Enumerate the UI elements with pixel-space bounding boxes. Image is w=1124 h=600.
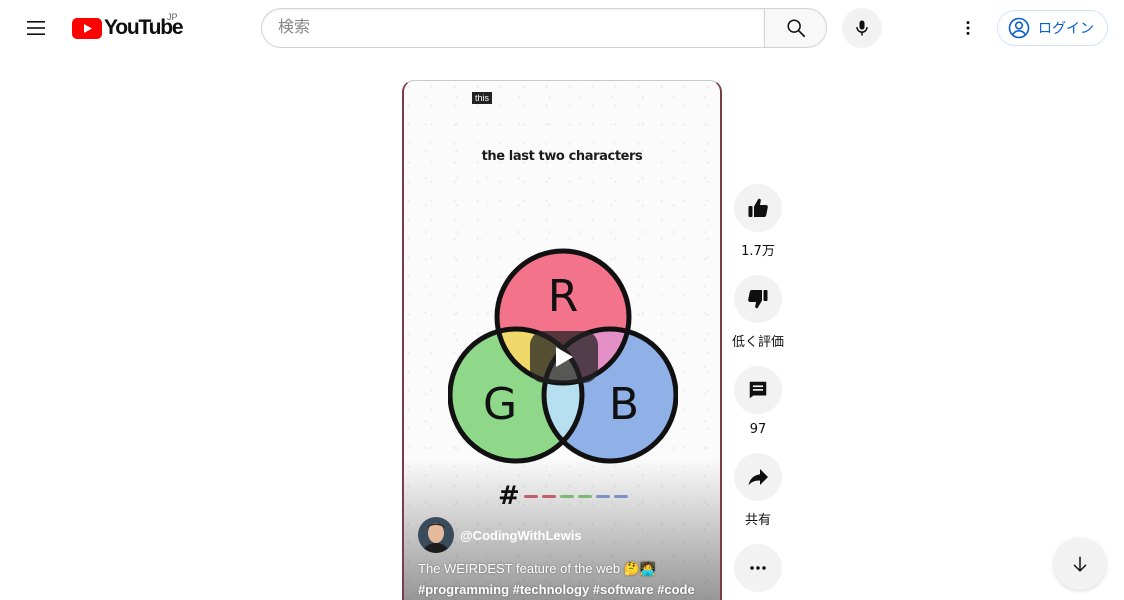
shorts-video-player[interactable]: this the last two characters R G B #	[402, 80, 722, 600]
dislike-label: 低く評価	[731, 335, 784, 350]
venn-letter-b: B	[609, 379, 639, 430]
signin-button[interactable]: ログイン	[997, 10, 1108, 46]
like-button[interactable]	[734, 184, 782, 232]
video-title[interactable]: The WEIRDEST feature of the web 🤔🧑‍💻	[418, 561, 656, 577]
dislike-action: 低く評価	[728, 275, 788, 350]
search-box	[261, 8, 827, 48]
video-overlay-text: the last two characters	[481, 149, 643, 164]
comment-action: 97	[728, 366, 788, 437]
share-icon	[748, 469, 768, 486]
video-hashtags[interactable]: #programming #technology #software #code	[418, 582, 695, 597]
avatar-image	[418, 517, 454, 553]
search-input[interactable]	[261, 8, 764, 48]
masthead: YouTube JP ログイン	[0, 0, 1124, 56]
like-count: 1.7万	[741, 244, 775, 259]
play-button[interactable]	[530, 331, 598, 383]
youtube-logo[interactable]: YouTube	[72, 14, 184, 42]
play-icon	[556, 347, 573, 367]
signin-label: ログイン	[1038, 20, 1094, 36]
microphone-icon	[856, 20, 868, 36]
youtube-play-logo-icon	[72, 17, 102, 39]
venn-letter-r: R	[548, 271, 579, 322]
channel-avatar[interactable]	[418, 517, 454, 553]
hamburger-menu-icon	[27, 21, 45, 35]
next-video-button[interactable]	[1054, 538, 1106, 590]
like-action: 1.7万	[728, 184, 788, 259]
region-code: JP	[167, 12, 178, 22]
voice-search-button[interactable]	[842, 8, 882, 48]
comment-count: 97	[749, 422, 767, 437]
share-label: 共有	[744, 513, 771, 528]
guide-menu-button[interactable]	[16, 8, 56, 48]
search-button[interactable]	[764, 8, 827, 48]
arrow-down-icon	[1073, 556, 1087, 572]
settings-more-button[interactable]	[948, 8, 988, 48]
thumbs-up-icon	[748, 198, 768, 217]
share-action: 共有	[728, 453, 788, 528]
channel-info: @CodingWithLewis	[418, 517, 582, 553]
caption-box: this	[472, 92, 493, 104]
more-actions-button[interactable]	[734, 544, 782, 592]
more-vertical-icon	[966, 21, 970, 35]
shorts-action-bar: 1.7万 低く評価 97 共有	[728, 184, 788, 600]
search-icon	[786, 19, 805, 38]
share-button[interactable]	[734, 453, 782, 501]
more-horizontal-icon	[750, 566, 766, 570]
account-circle-icon	[1008, 17, 1030, 39]
thumbs-down-icon	[748, 290, 768, 309]
venn-letter-g: G	[483, 379, 517, 430]
comment-icon	[749, 381, 767, 399]
dislike-button[interactable]	[734, 275, 782, 323]
channel-name-link[interactable]: @CodingWithLewis	[460, 528, 582, 543]
comment-button[interactable]	[734, 366, 782, 414]
more-action	[728, 544, 788, 592]
